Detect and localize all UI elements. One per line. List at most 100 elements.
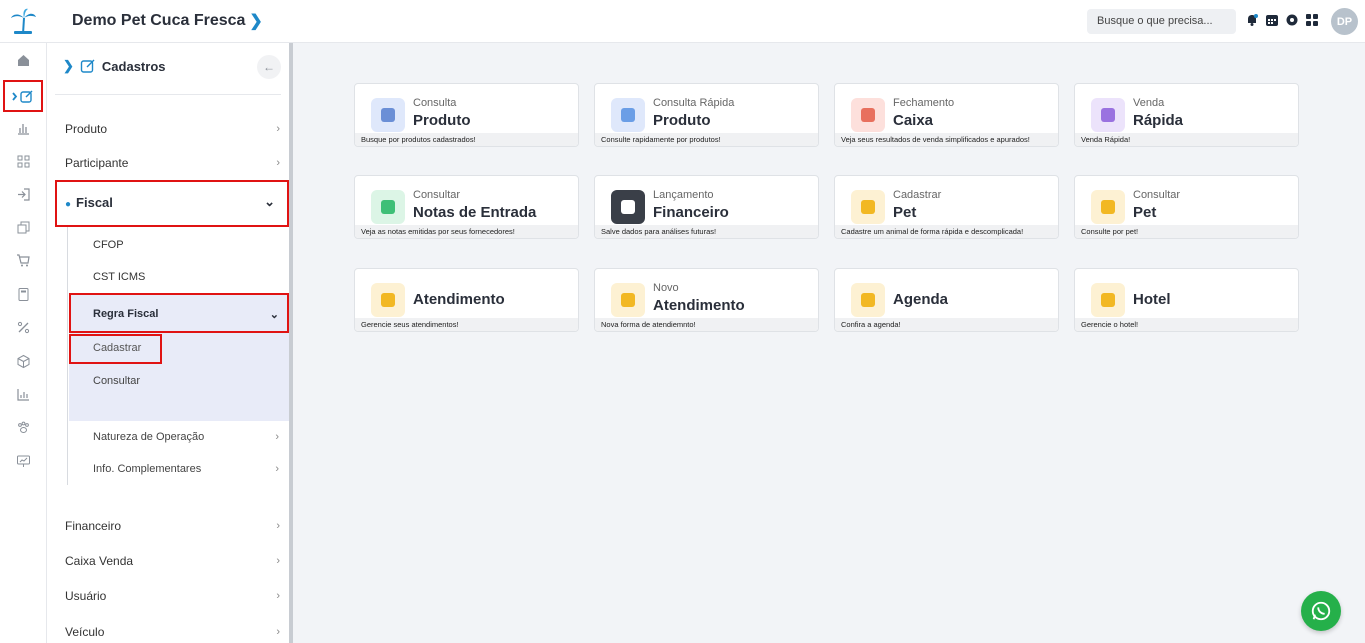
calendar-icon[interactable] xyxy=(1265,13,1279,27)
qrcode-icon[interactable] xyxy=(0,146,47,176)
menu-item-caixa-venda[interactable]: Caixa Venda › xyxy=(65,554,280,568)
card-icon-glyph xyxy=(621,200,635,214)
shortcut-card[interactable]: Fechamento Caixa Veja seus resultados de v… xyxy=(834,83,1059,147)
palm-tree-logo-icon[interactable] xyxy=(8,6,38,36)
card-icon xyxy=(851,283,885,317)
menu-item-label: Caixa Venda xyxy=(65,554,134,568)
card-title: Agenda xyxy=(893,291,949,308)
menu-item-participante[interactable]: Participante › xyxy=(65,156,280,170)
submenu-item-consultar[interactable]: Consultar xyxy=(93,375,140,387)
card-title: Atendimento xyxy=(413,291,505,308)
chevron-right-icon: › xyxy=(275,463,279,475)
shortcut-card[interactable]: Atendimento Gerencie seus atendimentos! xyxy=(354,268,579,332)
card-icon-glyph xyxy=(1101,108,1115,122)
submenu-item-label: Natureza de Operação xyxy=(93,431,205,443)
shortcut-card[interactable]: Novo Atendimento Nova forma de atendiemnto… xyxy=(594,268,819,332)
card-description: Veja seus resultados de venda simplifica… xyxy=(835,133,1058,146)
calculator-icon[interactable] xyxy=(0,279,47,309)
card-subtitle: Fechamento xyxy=(893,97,955,109)
card-subtitle: Cadastrar xyxy=(893,189,942,201)
copy-icon[interactable] xyxy=(0,212,47,242)
whatsapp-icon[interactable] xyxy=(1301,591,1341,631)
shortcut-card[interactable]: Consultar Notas de Entrada Veja as notas e… xyxy=(354,175,579,239)
card-description: Gerencie o hotel! xyxy=(1075,318,1298,331)
submenu-item-label: Info. Complementares xyxy=(93,463,202,475)
presentation-chart-icon[interactable] xyxy=(0,446,47,476)
avatar[interactable]: DP xyxy=(1331,8,1358,35)
card-icon-glyph xyxy=(1101,200,1115,214)
chevron-right-icon: › xyxy=(275,431,279,443)
chart-bar-icon[interactable] xyxy=(0,113,47,143)
report-chart-icon[interactable] xyxy=(0,379,47,409)
shortcut-card[interactable]: Consulta Produto Busque por produtos cadas… xyxy=(354,83,579,147)
shortcut-card[interactable]: Consulta Rápida Produto Consulte rapidamen… xyxy=(594,83,819,147)
search-input[interactable]: Busque o que precisa... xyxy=(1087,9,1236,34)
card-icon xyxy=(1091,190,1125,224)
submenu-item-natureza[interactable]: Natureza de Operação › xyxy=(93,431,279,443)
card-icon xyxy=(611,190,645,224)
card-title: Caixa xyxy=(893,112,934,129)
menu-item-usuario[interactable]: Usuário › xyxy=(65,589,280,603)
submenu-item-regra-fiscal[interactable]: Regra Fiscal ⌄ xyxy=(93,308,279,321)
paw-icon[interactable] xyxy=(0,412,47,442)
card-icon xyxy=(611,98,645,132)
percent-icon[interactable] xyxy=(0,312,47,342)
submenu-line xyxy=(67,227,68,485)
submenu-item-cst-icms[interactable]: CST ICMS xyxy=(93,271,145,283)
gear-icon[interactable] xyxy=(1285,13,1299,27)
chevron-right-icon: ❯ xyxy=(249,13,263,30)
chevron-right-icon: › xyxy=(276,123,280,135)
menu-item-produto[interactable]: Produto › xyxy=(65,122,280,136)
menu-item-label: Usuário xyxy=(65,589,107,603)
menu-item-fiscal[interactable]: ● Fiscal ⌄ xyxy=(65,194,275,210)
shortcut-card[interactable]: Agenda Confira a agenda! xyxy=(834,268,1059,332)
card-description: Salve dados para análises futuras! xyxy=(595,225,818,238)
submenu-item-cadastrar[interactable]: Cadastrar xyxy=(93,342,141,354)
card-subtitle: Novo xyxy=(653,282,679,294)
card-description: Nova forma de atendiemnto! xyxy=(595,318,818,331)
box-icon[interactable] xyxy=(0,346,47,376)
shortcut-card[interactable]: Cadastrar Pet Cadastre um animal de forma … xyxy=(834,175,1059,239)
submenu-item-cfop[interactable]: CFOP xyxy=(93,239,124,251)
card-subtitle: Venda xyxy=(1133,97,1165,109)
card-icon xyxy=(371,98,405,132)
menu-item-financeiro[interactable]: Financeiro › xyxy=(65,519,280,533)
menu-item-veiculo[interactable]: Veículo › xyxy=(65,625,280,639)
shortcut-card[interactable]: Consultar Pet Consulte por pet! xyxy=(1074,175,1299,239)
edit-icon xyxy=(80,59,95,73)
card-description: Cadastre um animal de forma rápida e des… xyxy=(835,225,1058,238)
cadastros-menu-panel: ❯ Cadastros ← Produto › Participante › ● Fi… xyxy=(47,43,293,643)
card-description: Confira a agenda! xyxy=(835,318,1058,331)
icon-rail xyxy=(0,43,47,643)
card-icon-glyph xyxy=(381,293,395,307)
chevron-right-icon: › xyxy=(276,555,280,567)
chevron-right-icon: › xyxy=(276,520,280,532)
menu-title-label: Cadastros xyxy=(101,58,166,74)
card-icon xyxy=(371,283,405,317)
card-icon-glyph xyxy=(861,200,875,214)
apps-grid-icon[interactable] xyxy=(1305,13,1319,27)
cart-icon[interactable] xyxy=(0,245,47,275)
card-title: Rápida xyxy=(1133,112,1184,129)
card-icon-glyph xyxy=(621,108,635,122)
bell-icon[interactable] xyxy=(1245,13,1259,27)
card-icon xyxy=(371,190,405,224)
shortcut-card[interactable]: Lançamento Financeiro Salve dados para aná… xyxy=(594,175,819,239)
menu-item-label: Financeiro xyxy=(65,519,122,533)
card-subtitle: Lançamento xyxy=(653,189,714,201)
cadastros-edit-icon[interactable] xyxy=(3,80,43,112)
shortcut-card[interactable]: Hotel Gerencie o hotel! xyxy=(1074,268,1299,332)
shortcut-card[interactable]: Venda Rápida Venda Rápida! xyxy=(1074,83,1299,147)
back-arrow-icon[interactable]: ← xyxy=(257,55,281,79)
chevron-right-icon: › xyxy=(276,590,280,602)
card-description: Gerencie seus atendimentos! xyxy=(355,318,578,331)
submenu-item-info[interactable]: Info. Complementares › xyxy=(93,463,279,475)
company-selector[interactable]: Demo Pet Cuca Fresca ❯ xyxy=(72,11,263,31)
card-icon-glyph xyxy=(381,108,395,122)
card-icon-glyph xyxy=(1101,293,1115,307)
card-title: Financeiro xyxy=(653,204,729,221)
login-icon[interactable] xyxy=(0,179,47,209)
card-subtitle: Consultar xyxy=(413,189,461,201)
menu-item-label: Fiscal xyxy=(76,194,113,210)
home-icon[interactable] xyxy=(0,45,47,75)
